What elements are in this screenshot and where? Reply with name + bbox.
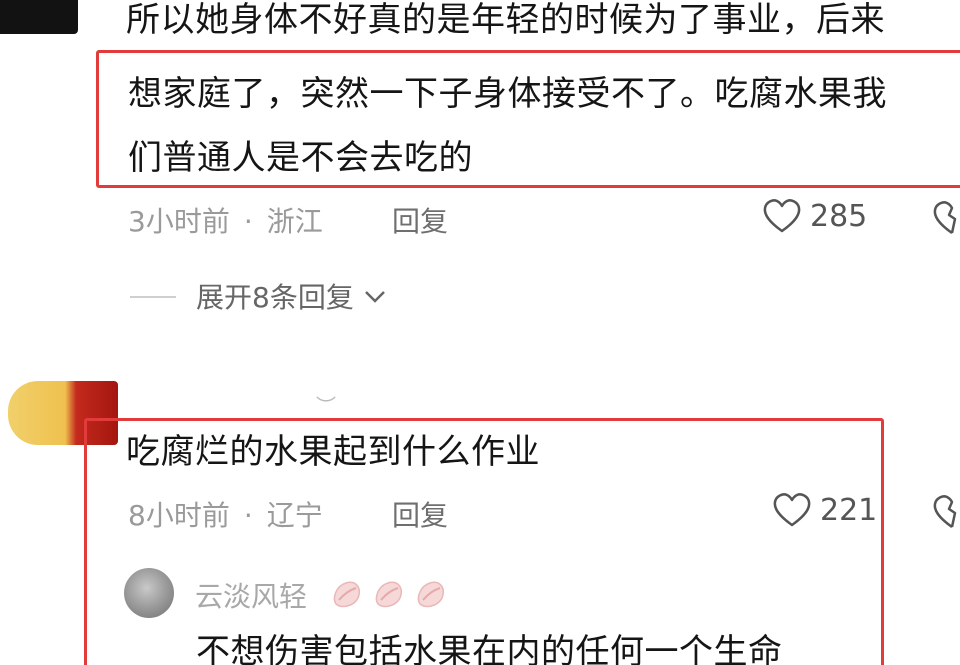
highlight-box [84, 418, 884, 665]
comment-meta: 8小时前 · 辽宁 [128, 494, 323, 534]
stray-mark: ︶ [316, 394, 336, 418]
chevron-down-icon [364, 291, 385, 303]
divider [130, 296, 176, 298]
timestamp: 8小时前 [128, 499, 230, 532]
separator: · [243, 205, 253, 238]
timestamp: 3小时前 [128, 205, 230, 238]
lips-emoji-icon [417, 581, 444, 608]
reply-username[interactable]: 云淡风轻 [195, 575, 307, 615]
expand-label: 展开8条回复 [196, 281, 354, 314]
heart-outline-icon [763, 199, 801, 233]
like-count: 221 [820, 492, 878, 528]
lips-emoji-icon [375, 581, 402, 608]
comment-feed: 所以她身体不好真的是年轻的时候为了事业，后来 想家庭了，突然一下子身体接受不了。… [0, 0, 960, 665]
expand-replies-button[interactable]: 展开8条回复 [196, 276, 388, 316]
reply-button[interactable]: 回复 [392, 494, 448, 534]
lips-emoji-icon [333, 581, 360, 608]
reply-text: 不想伤害包括水果在内的任何一个生命 [196, 632, 783, 665]
comment-text-line: 所以她身体不好真的是年轻的时候为了事业，后来 [126, 0, 885, 40]
separator: · [243, 499, 253, 532]
broken-heart-icon[interactable] [932, 200, 960, 236]
reply-button[interactable]: 回复 [392, 200, 448, 240]
location: 辽宁 [266, 499, 323, 532]
reply-user-avatar[interactable] [124, 568, 174, 618]
user-avatar[interactable] [0, 0, 78, 34]
broken-heart-icon[interactable] [932, 494, 960, 530]
highlight-box [96, 50, 960, 188]
like-button[interactable]: 221 [772, 492, 877, 528]
heart-outline-icon [773, 493, 811, 527]
location: 浙江 [266, 205, 323, 238]
comment-meta: 3小时前 · 浙江 [128, 200, 323, 240]
like-button[interactable]: 285 [762, 198, 867, 234]
like-count: 285 [810, 198, 868, 234]
